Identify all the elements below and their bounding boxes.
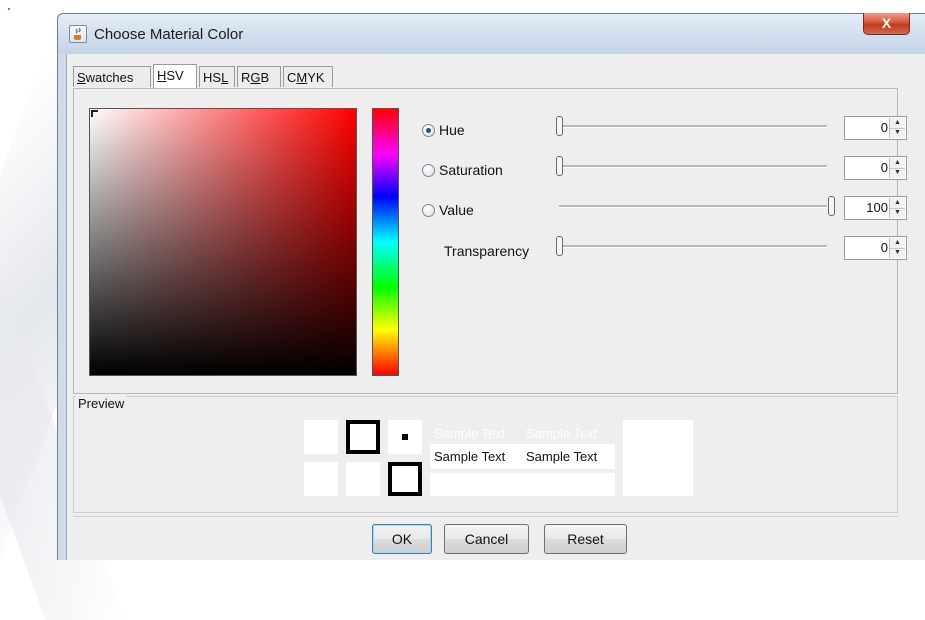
separator [73, 516, 898, 517]
sv-marker[interactable] [91, 110, 98, 117]
hue-radio[interactable] [422, 124, 435, 137]
saturation-radio[interactable] [422, 164, 435, 177]
spin-down-icon[interactable]: ▼ [890, 168, 905, 178]
value-label: Value [439, 202, 474, 218]
transparency-value: 0 [880, 240, 888, 255]
tab-hsl[interactable]: HSL [199, 66, 235, 87]
preview-swatch [346, 420, 380, 454]
preview-color-swatch [623, 420, 693, 496]
hue-label: Hue [439, 122, 465, 138]
preview-sample-text: Sample Text [526, 426, 598, 441]
saturation-slider-track[interactable] [559, 165, 827, 168]
tab-cmyk[interactable]: CMYK [283, 66, 333, 87]
background-dot [8, 8, 10, 10]
color-chooser-dialog: Choose Material Color X Swatches HSV HSL… [57, 13, 925, 560]
title-bar[interactable]: Choose Material Color X [58, 13, 925, 54]
preview-swatch [388, 462, 422, 496]
transparency-slider-track[interactable] [559, 245, 827, 248]
value-radio[interactable] [422, 204, 435, 217]
value-spinner[interactable]: 100 ▲ ▼ [844, 196, 907, 220]
transparency-label: Transparency [444, 243, 530, 259]
value-slider-track[interactable] [559, 205, 827, 208]
preview-sample-text: Sample Text [434, 426, 506, 441]
java-cup-icon [69, 25, 87, 43]
transparency-slider-thumb[interactable] [556, 236, 563, 256]
saturation-value: 0 [880, 160, 888, 175]
dialog-title: Choose Material Color [94, 26, 244, 43]
saturation-spinner[interactable]: 0 ▲ ▼ [844, 156, 907, 180]
saturation-value-picker[interactable] [89, 108, 357, 376]
spin-down-icon[interactable]: ▼ [890, 128, 905, 138]
transparency-spinner[interactable]: 0 ▲ ▼ [844, 236, 907, 260]
preview-swatch [304, 420, 338, 454]
close-button[interactable]: X [863, 13, 910, 35]
preview-sample-text: Sample Text [526, 449, 598, 464]
hue-strip[interactable] [372, 108, 399, 376]
cancel-button[interactable]: Cancel [444, 524, 529, 554]
preview-title: Preview [76, 396, 127, 411]
hue-slider-track[interactable] [559, 125, 827, 128]
tab-hsv[interactable]: HSV [153, 64, 197, 88]
spin-down-icon[interactable]: ▼ [890, 248, 905, 258]
reset-button[interactable]: Reset [544, 524, 627, 554]
saturation-slider-thumb[interactable] [556, 156, 563, 176]
tab-rgb[interactable]: RGB [237, 66, 281, 87]
preview-sample-text: Sample Text [434, 449, 506, 464]
value-value: 100 [866, 200, 888, 215]
ok-button[interactable]: OK [372, 524, 432, 554]
hue-value: 0 [880, 120, 888, 135]
saturation-label: Saturation [439, 162, 503, 178]
dialog-content: Swatches HSV HSL RGB CMYK Hue 0 ▲ ▼ Satur… [66, 54, 925, 560]
hue-spinner[interactable]: 0 ▲ ▼ [844, 116, 907, 140]
preview-text-box [430, 473, 615, 496]
preview-swatch [304, 462, 338, 496]
spin-down-icon[interactable]: ▼ [890, 208, 905, 218]
tab-swatches[interactable]: Swatches [73, 66, 151, 87]
value-slider-thumb[interactable] [828, 196, 835, 216]
preview-dot [402, 434, 408, 440]
preview-swatch [346, 462, 380, 496]
hue-slider-thumb[interactable] [556, 116, 563, 136]
